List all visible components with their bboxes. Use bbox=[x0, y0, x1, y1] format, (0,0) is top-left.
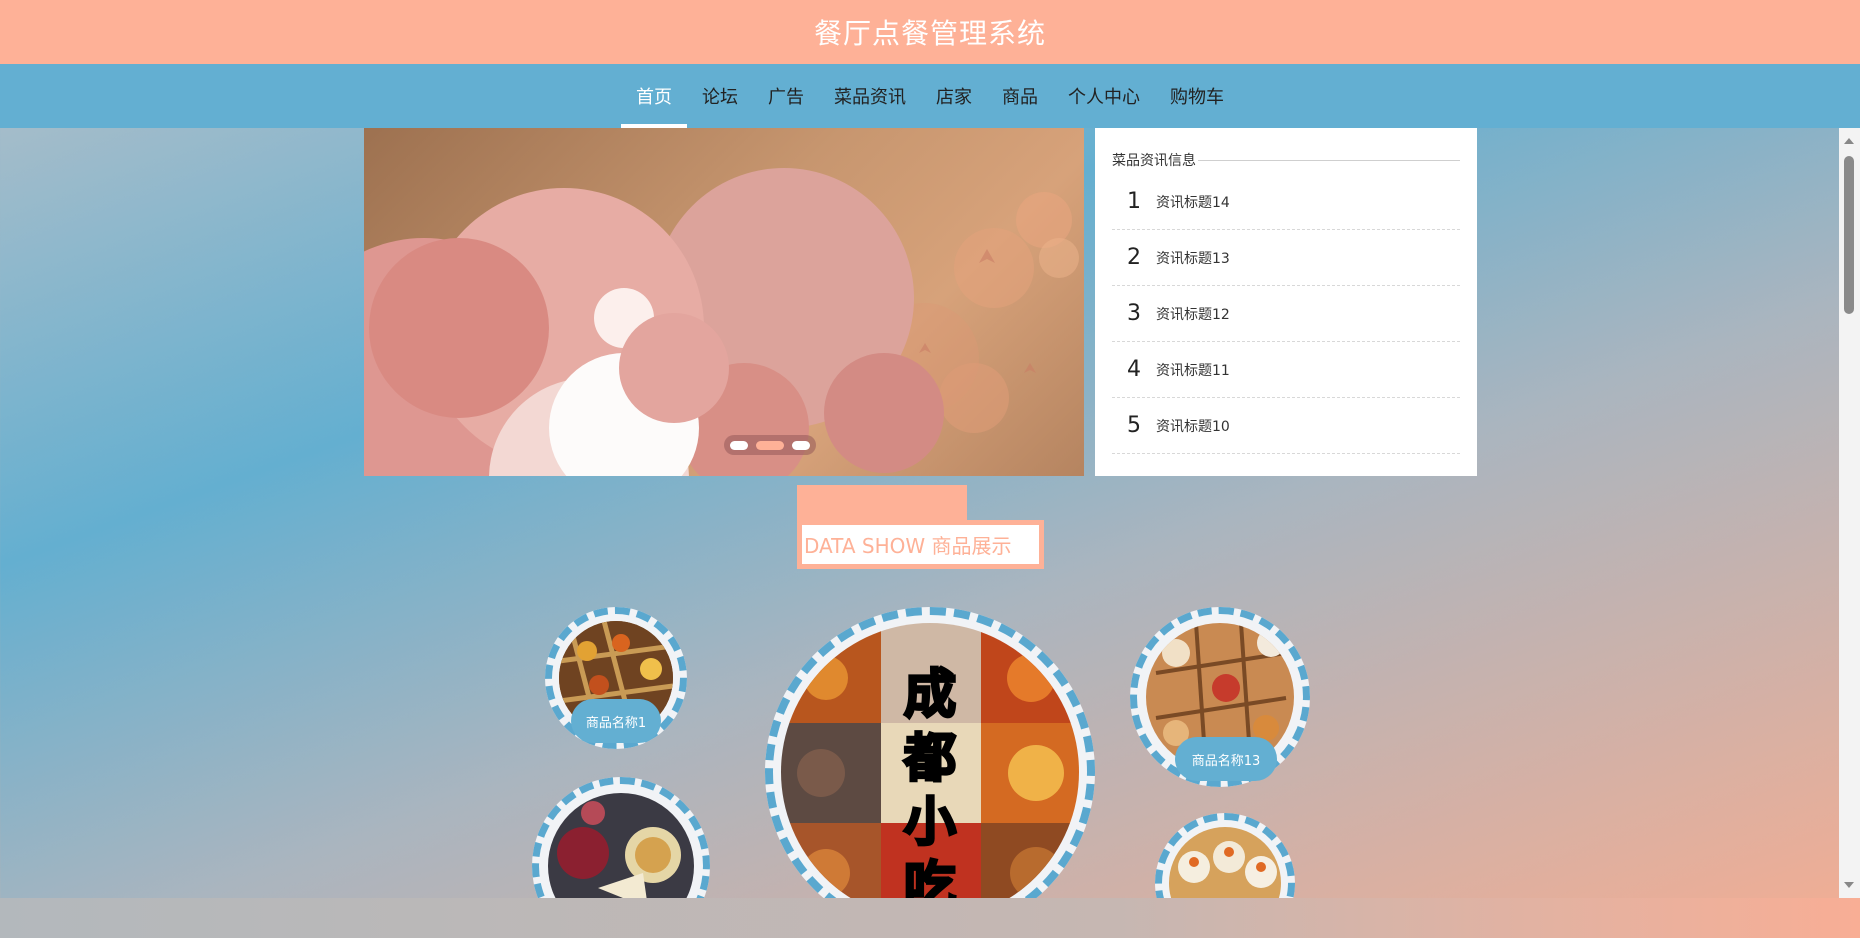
news-item[interactable]: 3 资讯标题12 bbox=[1112, 286, 1460, 342]
product-card[interactable]: 商品名称1 bbox=[545, 607, 687, 749]
nav-item-ads[interactable]: 广告 bbox=[753, 64, 819, 128]
vertical-scrollbar[interactable] bbox=[1839, 128, 1860, 898]
news-number: 2 bbox=[1127, 245, 1141, 270]
news-item[interactable]: 5 资讯标题10 bbox=[1112, 398, 1460, 454]
news-item[interactable]: 4 资讯标题11 bbox=[1112, 342, 1460, 398]
nav-item-label: 菜品资讯 bbox=[834, 87, 906, 108]
nav-item-label: 广告 bbox=[768, 87, 804, 108]
news-number: 1 bbox=[1127, 189, 1141, 214]
nav-item-dish-news[interactable]: 菜品资讯 bbox=[819, 64, 921, 128]
news-heading: 菜品资讯信息 bbox=[1112, 150, 1460, 170]
news-title[interactable]: 资讯标题14 bbox=[1156, 192, 1230, 212]
nav-item-label: 购物车 bbox=[1170, 87, 1224, 108]
news-title[interactable]: 资讯标题13 bbox=[1156, 248, 1230, 268]
nav-item-cart[interactable]: 购物车 bbox=[1155, 64, 1239, 128]
news-item[interactable]: 2 资讯标题13 bbox=[1112, 230, 1460, 286]
product-name: 商品名称1 bbox=[585, 715, 647, 731]
nav-item-label: 商品 bbox=[1002, 87, 1038, 108]
footer-bar bbox=[0, 898, 1860, 938]
nav-item-home[interactable]: 首页 bbox=[621, 64, 687, 128]
app-title: 餐厅点餐管理系统 bbox=[813, 17, 1046, 50]
product-name-pill[interactable]: 商品名称1 bbox=[571, 699, 661, 743]
nav-item-label: 论坛 bbox=[702, 87, 738, 108]
nav-item-label: 店家 bbox=[936, 87, 972, 108]
product-name: 商品名称13 bbox=[1191, 753, 1261, 769]
scrollbar-thumb[interactable] bbox=[1844, 156, 1854, 314]
nav-item-products[interactable]: 商品 bbox=[987, 64, 1053, 128]
scroll-down-icon[interactable] bbox=[1844, 882, 1854, 888]
nav-item-label: 首页 bbox=[636, 87, 672, 108]
nav-item-forum[interactable]: 论坛 bbox=[687, 64, 753, 128]
product-card[interactable]: 商品名称13 bbox=[1130, 607, 1310, 787]
section-title-frame: DATA SHOW 商品展示 bbox=[797, 520, 1044, 569]
carousel-dot[interactable] bbox=[792, 440, 810, 450]
news-title[interactable]: 资讯标题11 bbox=[1156, 360, 1230, 380]
scroll-up-icon[interactable] bbox=[1844, 138, 1854, 144]
carousel-dot[interactable] bbox=[730, 440, 748, 450]
nav-item-profile[interactable]: 个人中心 bbox=[1053, 64, 1155, 128]
carousel-dots bbox=[724, 435, 816, 455]
news-title[interactable]: 资讯标题12 bbox=[1156, 304, 1230, 324]
section-title-tab bbox=[797, 485, 967, 521]
news-number: 4 bbox=[1127, 357, 1141, 382]
nav-item-label: 个人中心 bbox=[1068, 87, 1140, 108]
carousel-dot-active[interactable] bbox=[756, 440, 784, 450]
section-title-text: DATA SHOW 商品展示 bbox=[802, 525, 1039, 564]
news-number: 5 bbox=[1127, 413, 1141, 438]
news-panel: 菜品资讯信息 1 资讯标题14 2 资讯标题13 3 资讯标题12 4 资讯标题… bbox=[1095, 128, 1477, 476]
featured-product[interactable]: 成都小吃 bbox=[765, 607, 1095, 937]
news-item[interactable]: 1 资讯标题14 bbox=[1112, 174, 1460, 230]
nav-item-shops[interactable]: 店家 bbox=[921, 64, 987, 128]
product-name-pill[interactable]: 商品名称13 bbox=[1175, 737, 1277, 781]
main-nav: 首页 论坛 广告 菜品资讯 店家 商品 个人中心 购物车 bbox=[0, 64, 1860, 128]
featured-product-image: 成都小吃 bbox=[781, 623, 1079, 921]
carousel-banner[interactable] bbox=[364, 128, 1084, 476]
news-title[interactable]: 资讯标题10 bbox=[1156, 416, 1230, 436]
app-header: 餐厅点餐管理系统 bbox=[0, 0, 1860, 64]
featured-text: 成都小吃 bbox=[902, 664, 957, 919]
news-number: 3 bbox=[1127, 301, 1141, 326]
banner-image bbox=[364, 168, 1079, 476]
section-title: DATA SHOW 商品展示 bbox=[797, 485, 1044, 569]
